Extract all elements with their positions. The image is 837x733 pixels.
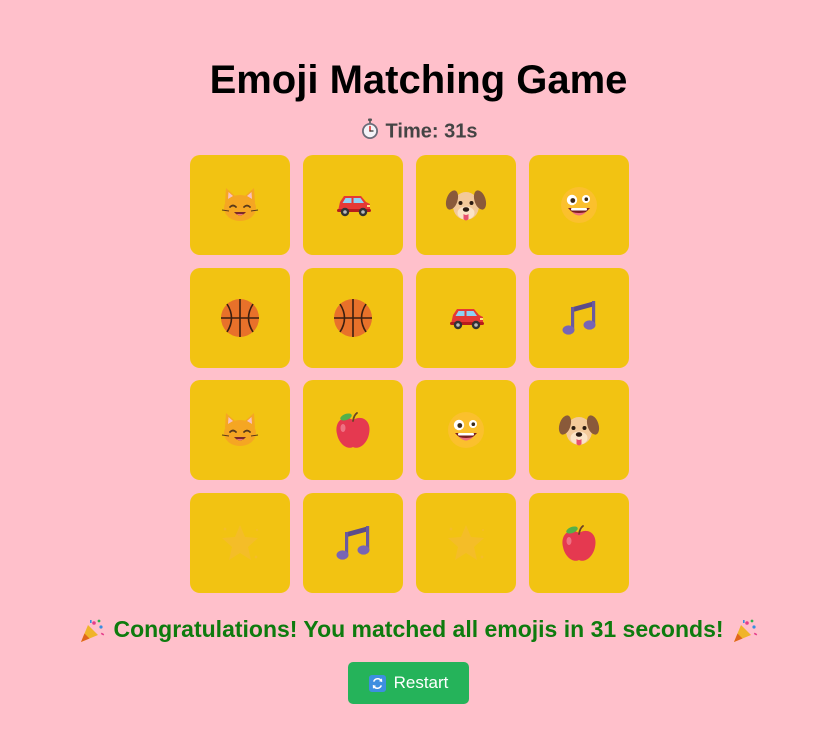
apple-icon [331, 408, 375, 452]
music-note-icon [557, 296, 601, 340]
refresh-icon [368, 674, 386, 692]
card[interactable] [416, 155, 516, 255]
congrats-message: Congratulations! You matched all emojis … [0, 614, 837, 644]
dog-face-icon [557, 408, 601, 452]
star-icon [218, 521, 262, 565]
card[interactable] [416, 267, 516, 368]
card[interactable] [529, 492, 629, 593]
party-popper-icon [81, 619, 105, 642]
card[interactable] [416, 492, 516, 593]
card[interactable] [416, 380, 516, 480]
party-popper-icon [733, 619, 757, 642]
cat-face-icon [218, 408, 262, 452]
card[interactable] [190, 492, 290, 593]
restart-label: Restart [393, 673, 449, 692]
basketball-icon [218, 296, 262, 340]
card[interactable] [529, 380, 629, 480]
congrats-text: Congratulations! You matched all emojis … [113, 616, 724, 642]
card[interactable] [303, 155, 403, 255]
card[interactable] [529, 155, 629, 255]
apple-icon [557, 521, 601, 565]
page-title: Emoji Matching Game [209, 58, 628, 102]
star-icon [444, 521, 488, 565]
music-note-icon [331, 521, 375, 565]
card[interactable] [303, 267, 403, 368]
restart-button[interactable]: Restart [348, 662, 469, 704]
card[interactable] [190, 267, 290, 368]
timer: Time: 31s [0, 118, 837, 146]
basketball-icon [331, 296, 375, 340]
timer-label: Time: 31s [385, 120, 478, 143]
cat-face-icon [218, 183, 262, 227]
dog-face-icon [444, 183, 488, 227]
card[interactable] [303, 380, 403, 480]
car-icon [444, 296, 488, 340]
zany-face-icon [444, 408, 488, 452]
stopwatch-icon [360, 118, 380, 146]
card[interactable] [190, 155, 290, 255]
card[interactable] [190, 380, 290, 480]
zany-face-icon [557, 183, 601, 227]
card[interactable] [303, 492, 403, 593]
card-grid [190, 155, 629, 593]
car-icon [331, 183, 375, 227]
card[interactable] [529, 267, 629, 368]
